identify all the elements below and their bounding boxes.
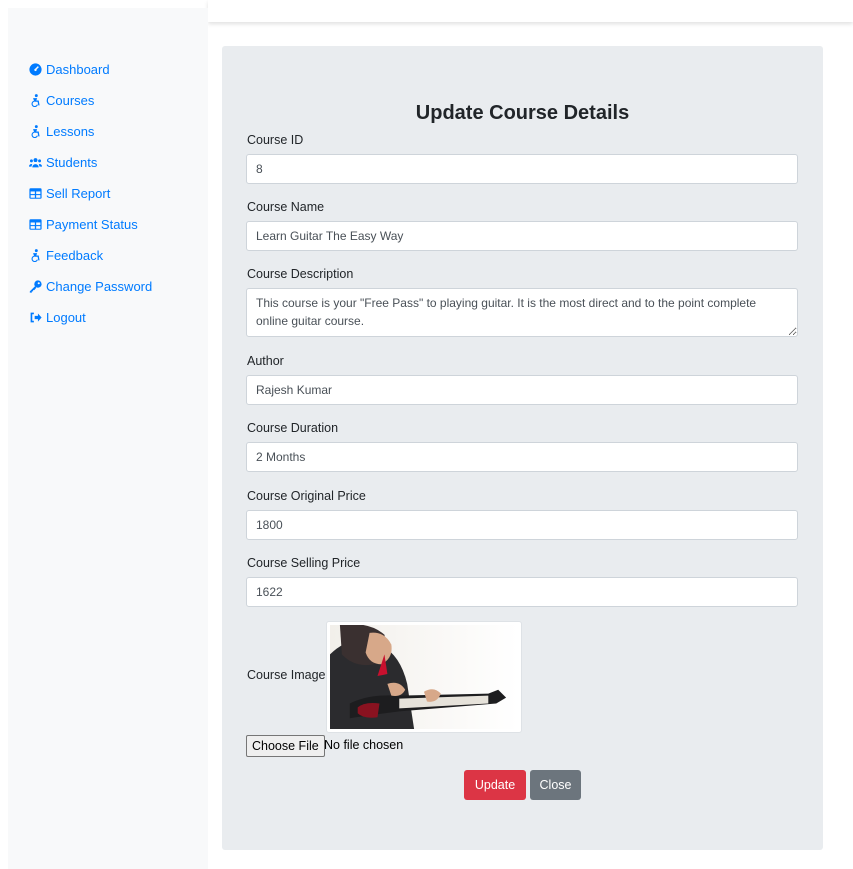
choose-file-button[interactable]: Choose File (246, 735, 325, 757)
page-title: Update Course Details (415, 102, 630, 124)
table-icon (28, 187, 42, 201)
file-status-text: No file chosen (324, 738, 404, 752)
update-button[interactable]: Update (464, 770, 526, 800)
sidebar-nav: Dashboard Courses Lessons Students Sell … (28, 54, 152, 333)
sidebar-item-label: Payment Status (46, 217, 138, 232)
sidebar-item-students[interactable]: Students (28, 147, 152, 178)
course-description-textarea[interactable]: This course is your "Free Pass" to playi… (246, 288, 798, 337)
sidebar-item-payment-status[interactable]: Payment Status (28, 209, 152, 240)
course-image-thumbnail (326, 621, 522, 733)
sidebar: Dashboard Courses Lessons Students Sell … (8, 8, 208, 869)
course-original-price-label: Course Original Price (247, 489, 366, 503)
course-name-label: Course Name (247, 200, 325, 214)
sidebar-item-label: Sell Report (46, 186, 111, 201)
course-original-price-input[interactable] (246, 510, 798, 540)
sidebar-item-courses[interactable]: Courses (28, 85, 152, 116)
accessible-icon (28, 94, 42, 108)
sidebar-item-feedback[interactable]: Feedback (28, 240, 152, 271)
sign-out-icon (28, 311, 42, 325)
sidebar-item-label: Change Password (46, 279, 153, 294)
author-input[interactable] (246, 375, 798, 405)
course-duration-input[interactable] (246, 442, 798, 472)
tachometer-icon (28, 63, 42, 77)
sidebar-item-change-password[interactable]: Change Password (28, 271, 152, 302)
sidebar-item-label: Students (46, 155, 98, 170)
accessible-icon (28, 249, 42, 263)
close-button[interactable]: Close (530, 770, 581, 800)
sidebar-item-lessons[interactable]: Lessons (28, 116, 152, 147)
sidebar-item-logout[interactable]: Logout (28, 302, 152, 333)
users-icon (28, 156, 42, 170)
sidebar-item-dashboard[interactable]: Dashboard (28, 54, 152, 85)
author-label: Author (247, 354, 284, 368)
guitar-player-image (330, 625, 518, 729)
sidebar-item-label: Feedback (46, 248, 104, 263)
top-navbar (208, 0, 853, 22)
course-image-label: Course Image (247, 668, 326, 682)
sidebar-item-label: Lessons (46, 124, 95, 139)
course-id-label: Course ID (247, 133, 304, 147)
sidebar-item-label: Logout (46, 310, 86, 325)
accessible-icon (28, 125, 42, 139)
course-selling-price-label: Course Selling Price (247, 556, 361, 570)
course-id-input[interactable] (246, 154, 798, 184)
update-course-form: Update Course Details Course ID Course N… (222, 46, 823, 850)
sidebar-item-label: Courses (46, 93, 95, 108)
sidebar-item-sell-report[interactable]: Sell Report (28, 178, 152, 209)
table-icon (28, 218, 42, 232)
course-selling-price-input[interactable] (246, 577, 798, 607)
course-duration-label: Course Duration (247, 421, 339, 435)
course-description-label: Course Description (247, 267, 354, 281)
key-icon (28, 280, 42, 294)
course-name-input[interactable] (246, 221, 798, 251)
sidebar-item-label: Dashboard (46, 62, 110, 77)
